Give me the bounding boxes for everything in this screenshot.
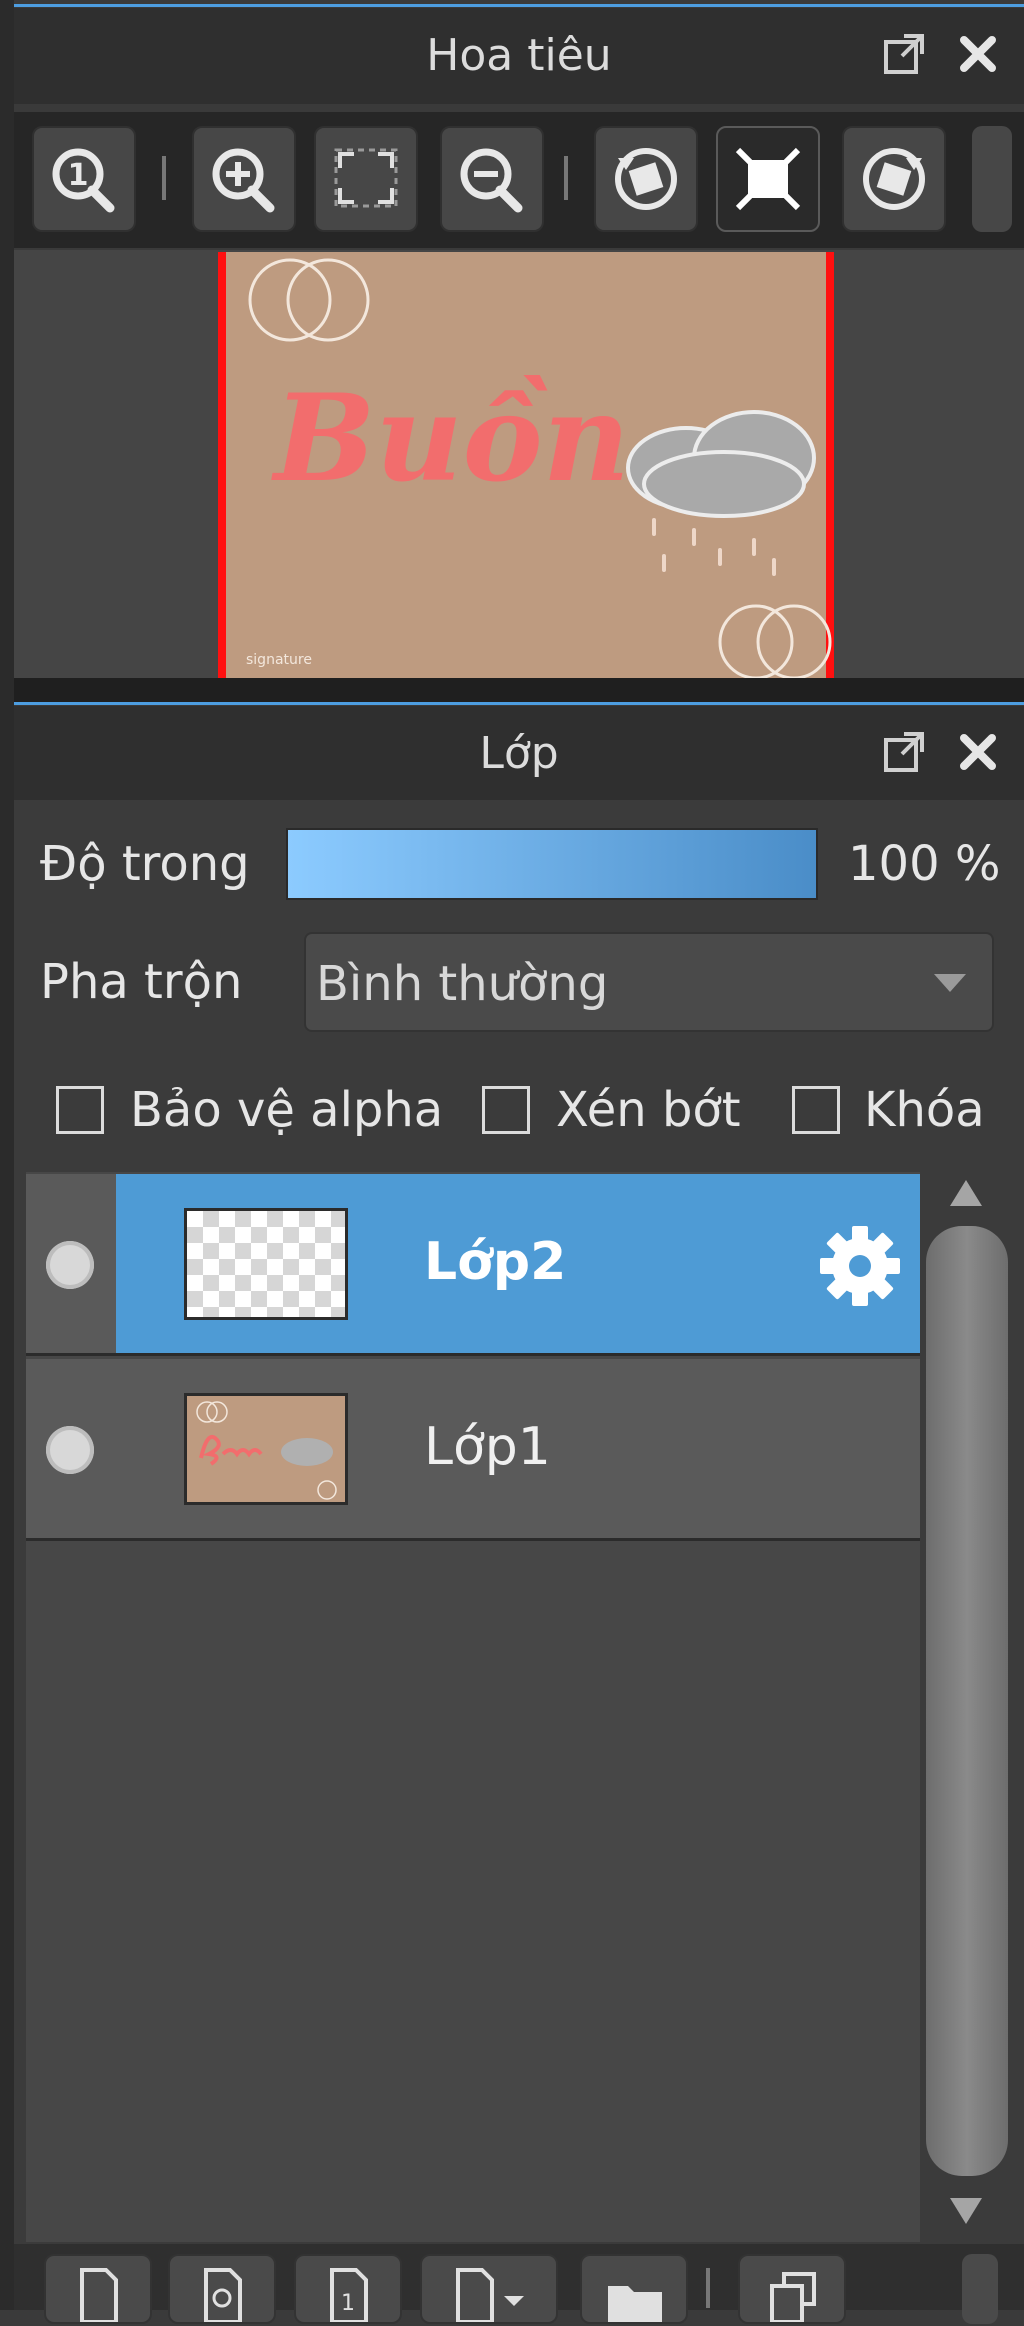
canvas-lettering: Buồn [271,368,630,509]
svg-text:signature: signature [246,652,312,668]
clip-checkbox[interactable] [482,1086,530,1134]
layer-row-layer1[interactable]: Lớp1 [26,1359,920,1541]
bottom-toolbar-overflow[interactable] [962,2254,998,2324]
window-left-edge [0,0,14,2310]
layer-row-layer2[interactable]: Lớp2 [26,1174,920,1356]
new-layer-menu-button[interactable] [420,2254,558,2324]
blend-mode-label: Pha trộn [40,954,243,1010]
layer-thumbnail-image [196,1401,337,1500]
scroll-up-icon[interactable] [946,1176,986,1210]
layer-thumbnail [184,1393,348,1505]
zoom-actual-size-button[interactable]: 1 [32,126,136,232]
folder-icon [608,2286,662,2322]
new-halftone-layer-button[interactable]: 1 [294,2254,402,2324]
alpha-protect-checkbox[interactable] [56,1086,104,1134]
layer-name: Lớp1 [424,1417,551,1477]
close-icon[interactable] [954,30,1002,78]
zoom-out-icon [460,148,523,213]
lock-label: Khóa [864,1082,985,1138]
navigator-panel-accent-line [14,4,1024,7]
new-halftone-layer-icon: 1 [330,2268,368,2324]
toolbar-separator [564,156,568,200]
scrollbar-thumb[interactable] [926,1226,1008,2176]
opacity-value: 100 % [848,836,1001,892]
layer-name: Lớp2 [424,1232,567,1292]
gear-icon[interactable] [816,1222,904,1310]
zoom-out-button[interactable] [440,126,544,232]
rotate-left-button[interactable] [594,126,698,232]
toolbar-separator [706,2268,710,2308]
fit-canvas-icon [735,147,801,211]
visibility-toggle[interactable] [46,1241,94,1289]
alpha-protect-label: Bảo vệ alpha [130,1082,444,1138]
popout-icon[interactable] [880,728,928,776]
fit-screen-icon [334,148,398,208]
svg-text:1: 1 [68,158,89,193]
navigator-view[interactable]: Buồn signature [14,250,1024,680]
blend-mode-value: Bình thường [316,956,609,1012]
new-raster-layer-icon [204,2268,242,2324]
scroll-down-icon[interactable] [946,2194,986,2228]
canvas-preview: Buồn signature [218,252,834,680]
duplicate-layer-icon [770,2272,816,2324]
new-layer-menu-icon [456,2268,524,2324]
layer-visibility-cell [26,1359,116,1538]
svg-text:1: 1 [341,2291,355,2316]
navigator-panel-title: Hoa tiêu [426,30,612,81]
toolbar-overflow-button[interactable] [972,126,1012,232]
zoom-one-icon: 1 [52,148,115,213]
opacity-slider[interactable] [286,828,818,900]
clip-label: Xén bớt [556,1082,741,1138]
rotate-right-icon [863,148,925,210]
rotate-left-icon [615,148,677,210]
lock-checkbox[interactable] [792,1086,840,1134]
new-folder-button[interactable] [580,2254,688,2324]
chevron-down-icon [934,974,966,992]
close-icon[interactable] [954,728,1002,776]
fit-window-button[interactable] [314,126,418,232]
duplicate-layer-button[interactable] [738,2254,846,2324]
opacity-label: Độ trong [40,836,250,892]
layers-panel-header: Lớp [14,706,1024,802]
layers-panel-title: Lớp [479,728,559,779]
new-raster-layer-button[interactable] [168,2254,276,2324]
fit-canvas-button[interactable] [716,126,820,232]
zoom-in-button[interactable] [192,126,296,232]
panel-splitter[interactable] [14,678,1024,702]
blend-mode-select[interactable]: Bình thường [304,932,994,1032]
rotate-right-button[interactable] [842,126,946,232]
toolbar-separator [162,156,166,200]
zoom-in-icon [212,148,275,213]
layer-thumbnail [184,1208,348,1320]
layers-panel-accent-line [14,702,1024,705]
new-layer-button[interactable] [44,2254,152,2324]
visibility-toggle[interactable] [46,1426,94,1474]
new-layer-icon [80,2268,118,2324]
navigator-panel-header: Hoa tiêu [14,8,1024,104]
popout-icon[interactable] [880,30,928,78]
layer-visibility-cell [26,1174,116,1353]
